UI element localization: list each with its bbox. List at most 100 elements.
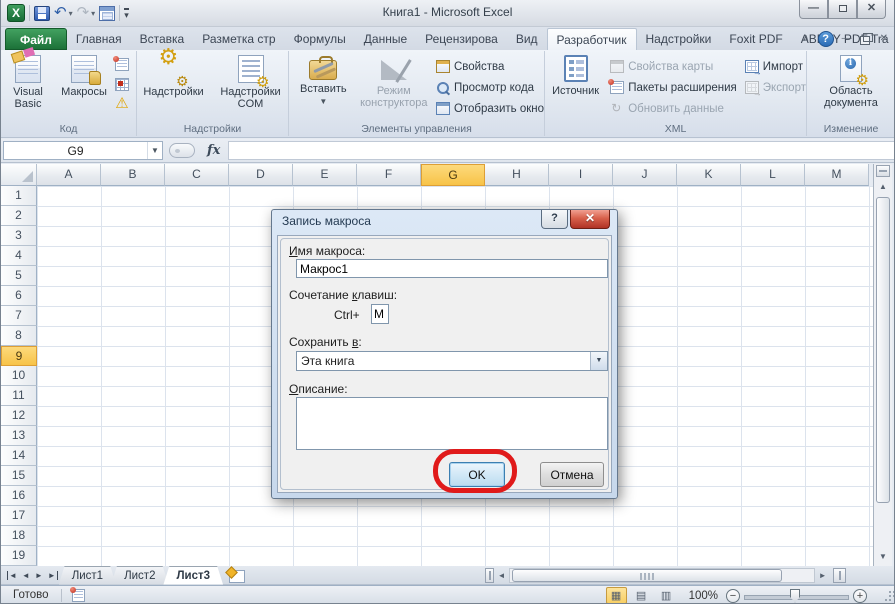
column-header-D[interactable]: D bbox=[229, 164, 293, 186]
close-button[interactable]: ✕ bbox=[857, 0, 886, 19]
column-header-L[interactable]: L bbox=[741, 164, 805, 186]
ribbon-tab-4[interactable]: Формулы bbox=[285, 28, 355, 50]
zoom-level[interactable]: 100% bbox=[689, 590, 718, 602]
save-in-dropdown[interactable]: Эта книга ▼ bbox=[296, 351, 608, 371]
last-sheet-icon[interactable]: ► bbox=[48, 571, 58, 580]
macros-button[interactable]: Макросы bbox=[55, 53, 113, 121]
column-header-H[interactable]: H bbox=[485, 164, 549, 186]
formula-input[interactable] bbox=[228, 141, 894, 160]
maximize-button[interactable] bbox=[828, 0, 857, 19]
scroll-up-icon[interactable]: ▲ bbox=[875, 179, 891, 195]
sheet-tab-2[interactable]: Лист2 bbox=[111, 566, 168, 585]
insert-control-button[interactable]: Вставить ▼ bbox=[295, 53, 352, 121]
ribbon-tab-1[interactable]: Главная bbox=[67, 28, 131, 50]
properties-button[interactable]: Свойства bbox=[436, 56, 544, 77]
column-header-K[interactable]: K bbox=[677, 164, 741, 186]
normal-view-button[interactable]: ▦ bbox=[606, 587, 627, 604]
row-header-8[interactable]: 8 bbox=[1, 326, 37, 346]
horizontal-scroll-thumb[interactable] bbox=[512, 569, 782, 582]
page-break-view-button[interactable]: ▥ bbox=[656, 587, 677, 604]
column-header-M[interactable]: M bbox=[805, 164, 869, 186]
view-code-button[interactable]: Просмотр кода bbox=[436, 77, 544, 98]
collapse-ribbon-icon[interactable]: ∧ bbox=[802, 31, 809, 47]
dialog-close-button[interactable]: ✕ bbox=[570, 210, 610, 229]
row-header-13[interactable]: 13 bbox=[1, 426, 37, 446]
horizontal-split-handle[interactable] bbox=[833, 568, 846, 583]
vertical-scrollbar[interactable]: ▲ ▼ bbox=[873, 164, 892, 566]
ribbon-tab-6[interactable]: Рецензирова bbox=[416, 28, 507, 50]
column-header-G[interactable]: G bbox=[421, 164, 485, 186]
cancel-button[interactable]: Отмена bbox=[540, 462, 604, 487]
macro-security-button[interactable]: ⚠ bbox=[113, 95, 131, 113]
row-header-14[interactable]: 14 bbox=[1, 446, 37, 466]
column-header-F[interactable]: F bbox=[357, 164, 421, 186]
next-sheet-icon[interactable]: ► bbox=[35, 571, 43, 580]
record-macro-button[interactable] bbox=[113, 55, 131, 73]
minimize-button[interactable]: — bbox=[799, 0, 828, 19]
com-addins-button[interactable]: Надстройки COM bbox=[215, 53, 287, 121]
vertical-split-handle[interactable] bbox=[876, 165, 890, 177]
vertical-scroll-thumb[interactable] bbox=[876, 197, 890, 503]
name-box[interactable]: G9 ▼ bbox=[3, 141, 163, 160]
row-header-9[interactable]: 9 bbox=[1, 346, 37, 366]
ribbon-tab-7[interactable]: Вид bbox=[507, 28, 547, 50]
zoom-slider[interactable] bbox=[744, 589, 849, 603]
row-header-11[interactable]: 11 bbox=[1, 386, 37, 406]
row-header-18[interactable]: 18 bbox=[1, 526, 37, 546]
ribbon-tab-3[interactable]: Разметка стр bbox=[193, 28, 284, 50]
import-button[interactable]: Импорт bbox=[745, 56, 806, 77]
resize-grip[interactable] bbox=[875, 589, 888, 602]
sheet-tab-3[interactable]: Лист3 bbox=[163, 566, 223, 585]
insert-sheet-icon[interactable] bbox=[229, 570, 245, 583]
row-header-2[interactable]: 2 bbox=[1, 206, 37, 226]
row-header-3[interactable]: 3 bbox=[1, 226, 37, 246]
tab-scroll-split-handle[interactable] bbox=[485, 568, 494, 583]
row-header-6[interactable]: 6 bbox=[1, 286, 37, 306]
workbook-minimize-icon[interactable]: — bbox=[842, 31, 852, 47]
column-header-C[interactable]: C bbox=[165, 164, 229, 186]
document-panel-button[interactable]: Область документа bbox=[811, 53, 891, 121]
ribbon-tab-10[interactable]: Foxit PDF bbox=[720, 28, 791, 50]
scroll-down-icon[interactable]: ▼ bbox=[875, 549, 891, 565]
help-icon[interactable]: ? bbox=[818, 31, 834, 47]
page-layout-view-button[interactable]: ▤ bbox=[631, 587, 652, 604]
row-header-17[interactable]: 17 bbox=[1, 506, 37, 526]
ribbon-tab-9[interactable]: Надстройки bbox=[637, 28, 721, 50]
row-header-1[interactable]: 1 bbox=[1, 186, 37, 206]
formula-bar-gripper[interactable] bbox=[169, 143, 195, 158]
zoom-out-button[interactable]: − bbox=[726, 589, 740, 603]
row-header-4[interactable]: 4 bbox=[1, 246, 37, 266]
row-header-15[interactable]: 15 bbox=[1, 466, 37, 486]
prev-sheet-icon[interactable]: ◄ bbox=[22, 571, 30, 580]
row-header-7[interactable]: 7 bbox=[1, 306, 37, 326]
ribbon-tab-0[interactable]: Файл bbox=[5, 28, 67, 50]
combo-arrow-icon[interactable]: ▼ bbox=[590, 352, 607, 370]
zoom-in-button[interactable]: + bbox=[853, 589, 867, 603]
horizontal-scrollbar[interactable] bbox=[509, 568, 815, 583]
row-header-5[interactable]: 5 bbox=[1, 266, 37, 286]
relative-references-button[interactable] bbox=[113, 75, 131, 93]
row-header-16[interactable]: 16 bbox=[1, 486, 37, 506]
column-header-B[interactable]: B bbox=[101, 164, 165, 186]
ribbon-tab-5[interactable]: Данные bbox=[355, 28, 416, 50]
expansion-packs-button[interactable]: Пакеты расширения bbox=[610, 77, 737, 98]
first-sheet-icon[interactable]: ◄ bbox=[7, 571, 17, 580]
macro-name-input[interactable] bbox=[296, 259, 608, 278]
visual-basic-button[interactable]: Visual Basic bbox=[1, 53, 55, 121]
row-header-19[interactable]: 19 bbox=[1, 546, 37, 566]
column-header-A[interactable]: A bbox=[37, 164, 101, 186]
row-header-10[interactable]: 10 bbox=[1, 366, 37, 386]
column-header-J[interactable]: J bbox=[613, 164, 677, 186]
column-header-E[interactable]: E bbox=[293, 164, 357, 186]
column-header-I[interactable]: I bbox=[549, 164, 613, 186]
record-macro-status-icon[interactable] bbox=[72, 589, 85, 602]
workbook-restore-icon[interactable] bbox=[860, 33, 872, 45]
name-box-dropdown-icon[interactable]: ▼ bbox=[147, 142, 162, 159]
workbook-close-icon[interactable]: ✕ bbox=[880, 31, 888, 47]
insert-function-icon[interactable]: fx bbox=[207, 143, 220, 158]
scroll-left-icon[interactable]: ◄ bbox=[494, 571, 509, 580]
zoom-slider-thumb[interactable] bbox=[790, 589, 800, 603]
xml-source-button[interactable]: Источник bbox=[549, 53, 602, 121]
run-dialog-button[interactable]: Отобразить окно bbox=[436, 98, 544, 119]
addins-button[interactable]: Надстройки bbox=[139, 53, 209, 121]
